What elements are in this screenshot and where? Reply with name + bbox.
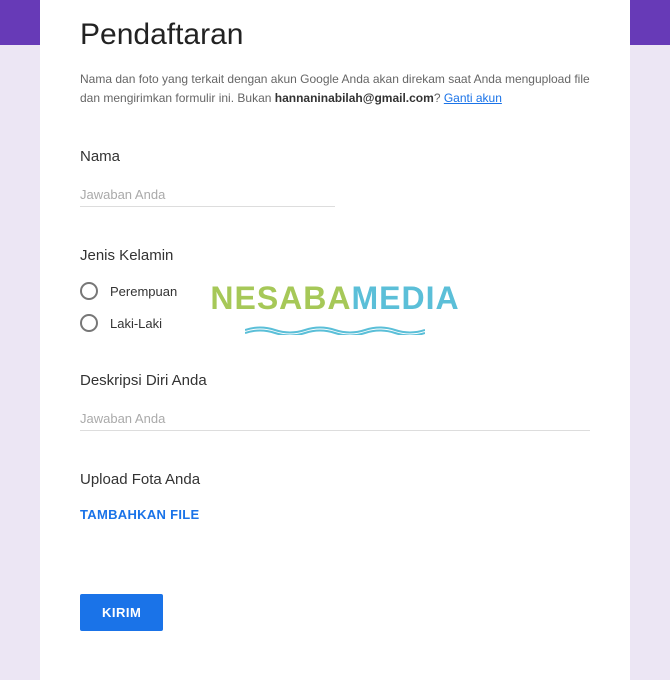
question-gender: Jenis Kelamin Perempuan Laki-Laki xyxy=(80,247,590,332)
question-self-desc: Deskripsi Diri Anda xyxy=(80,372,590,431)
submit-button[interactable]: KIRIM xyxy=(80,594,163,631)
form-description: Nama dan foto yang terkait dengan akun G… xyxy=(80,70,590,108)
watermark-wave-icon xyxy=(245,325,425,335)
add-file-button[interactable]: TAMBAHKAN FILE xyxy=(80,507,200,522)
question-name-title: Nama xyxy=(80,148,590,165)
question-name: Nama xyxy=(80,148,590,207)
switch-account-link[interactable]: Ganti akun xyxy=(444,91,502,105)
selfdesc-input[interactable] xyxy=(80,407,590,431)
question-selfdesc-title: Deskripsi Diri Anda xyxy=(80,372,590,389)
question-upload-title: Upload Fota Anda xyxy=(80,471,590,488)
question-upload: Upload Fota Anda TAMBAHKAN FILE xyxy=(80,471,590,524)
radio-icon xyxy=(80,314,98,332)
radio-icon xyxy=(80,282,98,300)
desc-text2: ? xyxy=(434,91,444,105)
question-gender-title: Jenis Kelamin xyxy=(80,247,590,264)
radio-option-perempuan[interactable]: Perempuan xyxy=(80,282,590,300)
desc-email: hannaninabilah@gmail.com xyxy=(275,91,434,105)
radio-label: Perempuan xyxy=(110,284,177,299)
radio-label: Laki-Laki xyxy=(110,316,162,331)
name-input[interactable] xyxy=(80,183,335,207)
form-title: Pendaftaran xyxy=(80,18,590,52)
form-container: Pendaftaran Nama dan foto yang terkait d… xyxy=(40,0,630,680)
